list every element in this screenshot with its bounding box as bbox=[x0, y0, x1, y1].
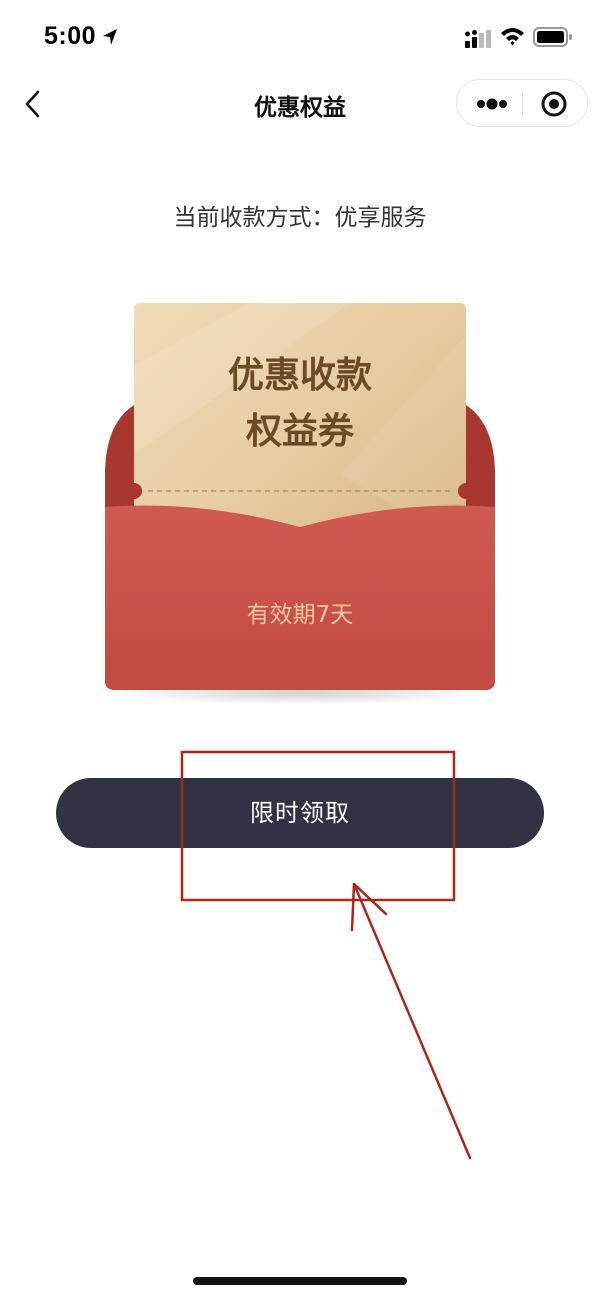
more-dots-icon[interactable] bbox=[471, 88, 513, 120]
page-title: 优惠权益 bbox=[254, 95, 346, 121]
screen: 5:00 优惠权益 当前收款方式：优享服务 优惠收款 权益券 有效期7天 限时领… bbox=[0, 0, 600, 1298]
location-arrow-icon bbox=[103, 29, 117, 45]
coupon-title-line1: 优惠收款 bbox=[227, 355, 372, 396]
status-bar: 5:00 bbox=[0, 0, 600, 76]
close-circle-icon[interactable] bbox=[537, 88, 571, 120]
signal-icon bbox=[465, 30, 491, 48]
battery-icon bbox=[533, 27, 572, 47]
payment-method-text: 当前收款方式：优享服务 bbox=[173, 205, 427, 231]
nav-bar: 优惠权益 bbox=[0, 76, 600, 136]
home-indicator bbox=[193, 1277, 407, 1285]
annotation-arrow bbox=[350, 882, 472, 1160]
status-time: 5:00 bbox=[44, 22, 97, 50]
coupon-title: 优惠收款 权益券 bbox=[170, 348, 430, 460]
capsule-menu bbox=[456, 79, 588, 127]
capsule-divider bbox=[522, 92, 523, 116]
wifi-icon bbox=[501, 28, 524, 46]
back-chevron-icon[interactable] bbox=[14, 84, 54, 124]
validity-text: 有效期7天 bbox=[246, 602, 354, 628]
claim-button[interactable]: 限时领取 bbox=[56, 778, 544, 848]
coupon-title-line2: 权益券 bbox=[245, 411, 354, 452]
